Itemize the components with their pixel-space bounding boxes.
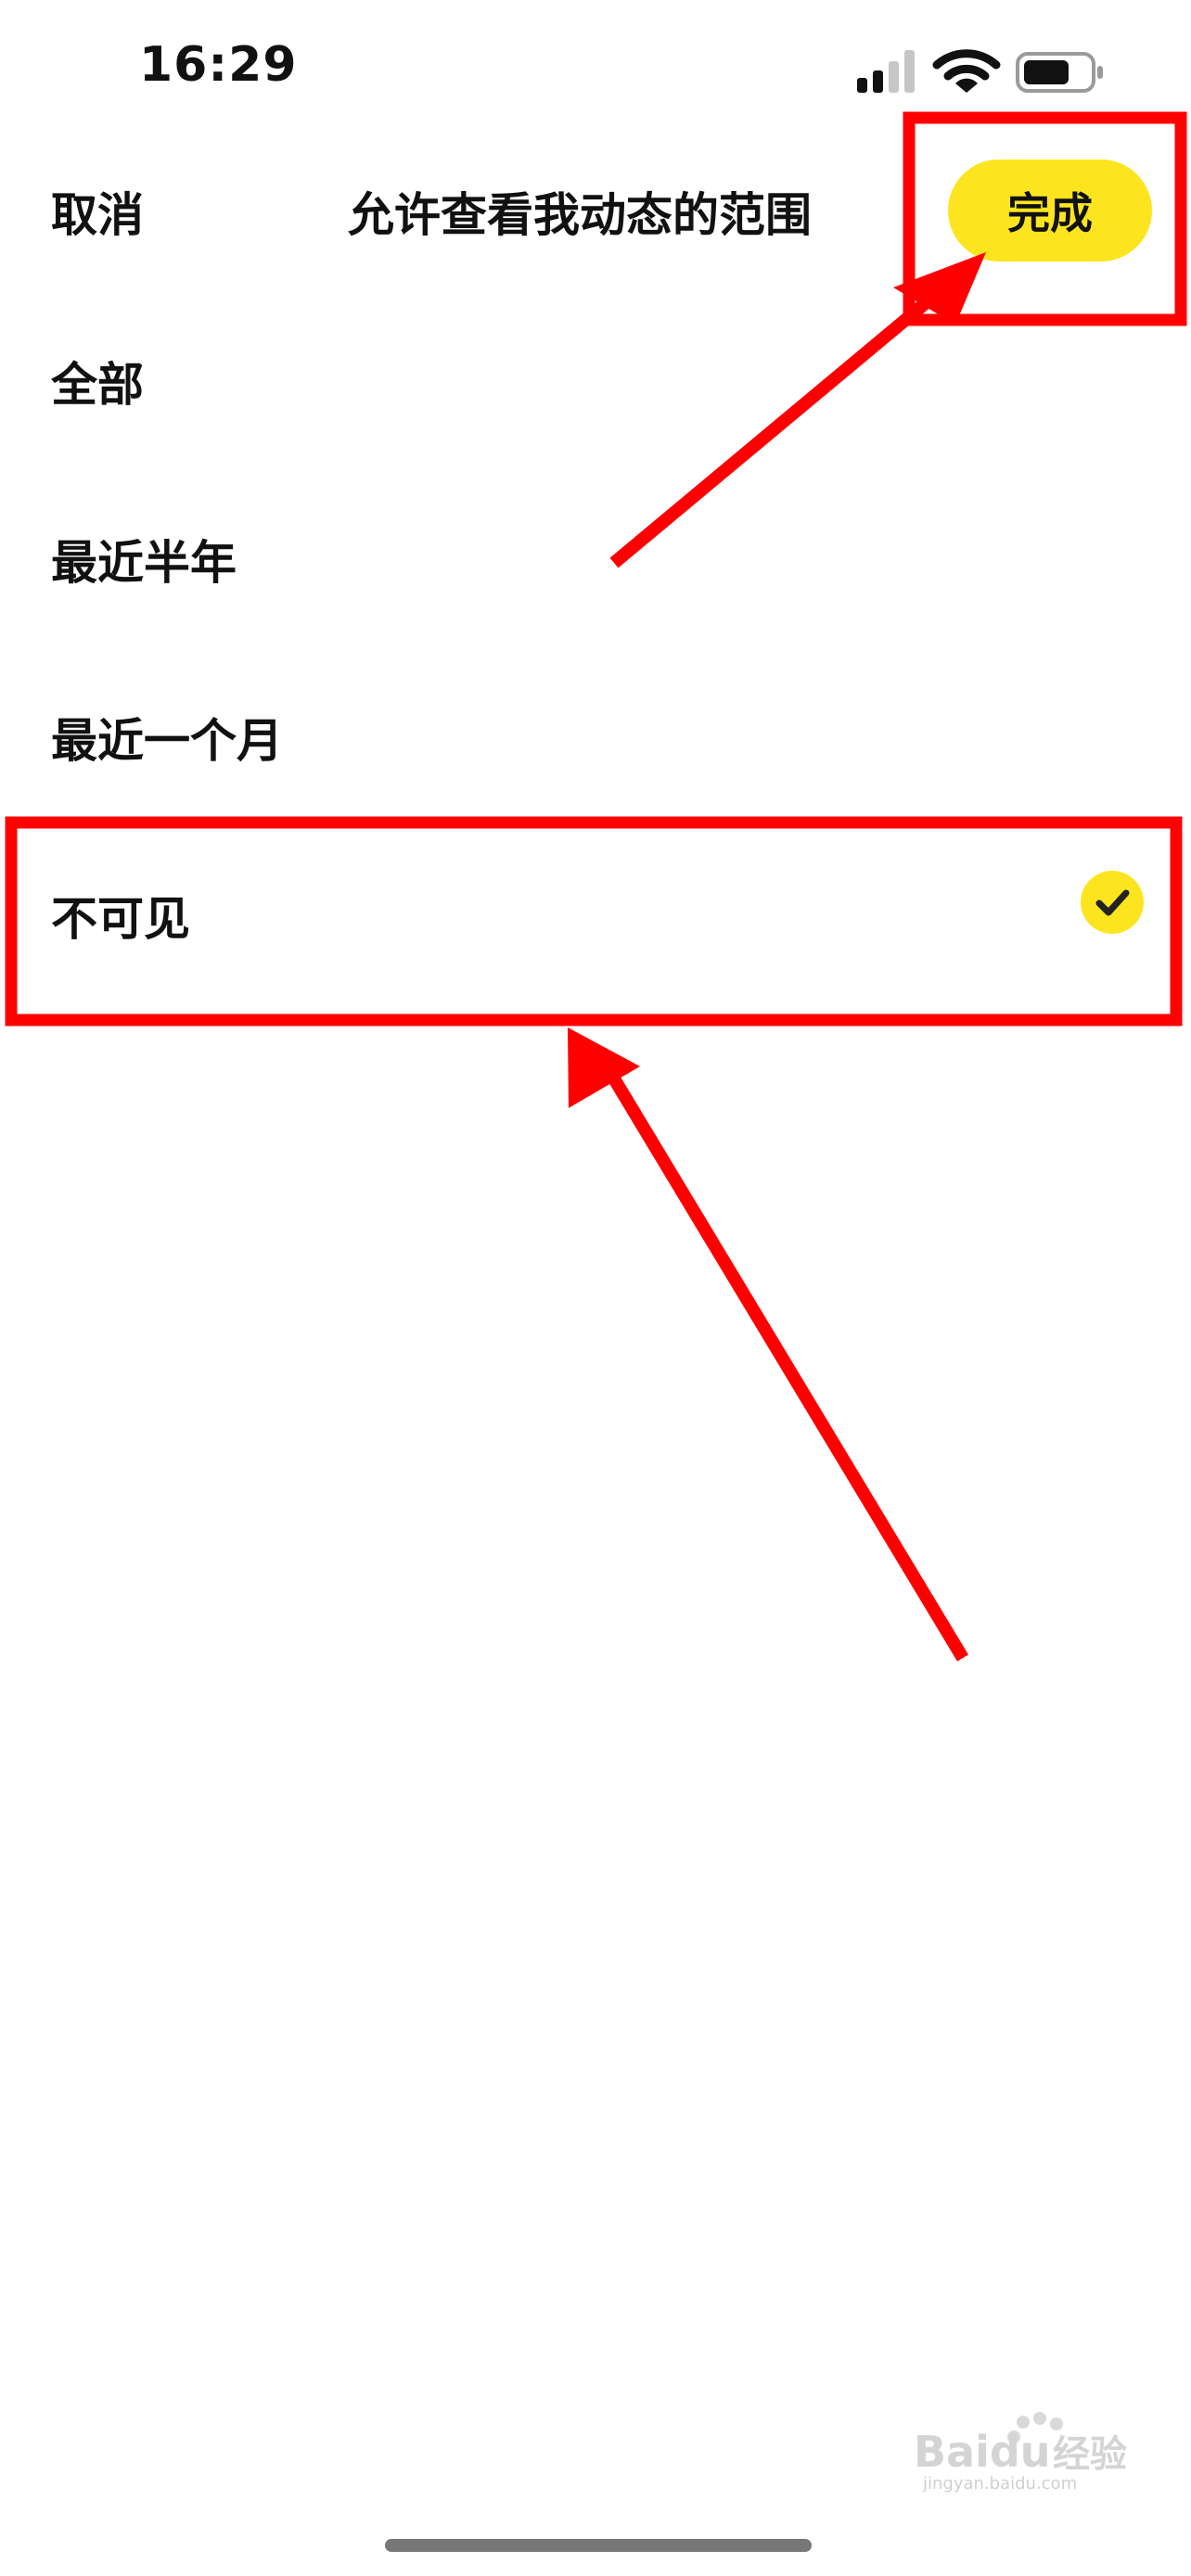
option-label: 最近一个月 [51, 714, 283, 768]
svg-text:Baidu: Baidu [914, 2427, 1051, 2477]
svg-text:经验: 经验 [1053, 2433, 1127, 2476]
arrow-to-option-icon [568, 1027, 968, 1662]
cellular-signal-icon [857, 50, 915, 93]
home-indicator[interactable] [385, 2539, 812, 2552]
baidu-jingyan-watermark: Baidu 经验 jingyan.baidu.com [914, 2412, 1127, 2493]
cancel-button[interactable]: 取消 [51, 178, 144, 245]
done-button[interactable]: 完成 [948, 159, 1152, 261]
option-last-half-year[interactable]: 最近半年 [0, 461, 1191, 637]
option-invisible[interactable]: 不可见 [0, 817, 1191, 993]
option-all[interactable]: 全部 [0, 283, 1191, 459]
option-label: 最近半年 [51, 536, 237, 590]
wifi-icon [932, 49, 1001, 93]
status-time: 16:29 [139, 37, 298, 93]
battery-icon [1016, 52, 1103, 93]
status-icons [857, 49, 1103, 93]
checkmark-icon [1081, 871, 1144, 934]
page-title: 允许查看我动态的范围 [348, 188, 812, 242]
option-last-month[interactable]: 最近一个月 [0, 639, 1191, 815]
svg-text:jingyan.baidu.com: jingyan.baidu.com [922, 2474, 1077, 2493]
option-label: 全部 [51, 358, 144, 412]
option-label: 不可见 [51, 892, 190, 946]
